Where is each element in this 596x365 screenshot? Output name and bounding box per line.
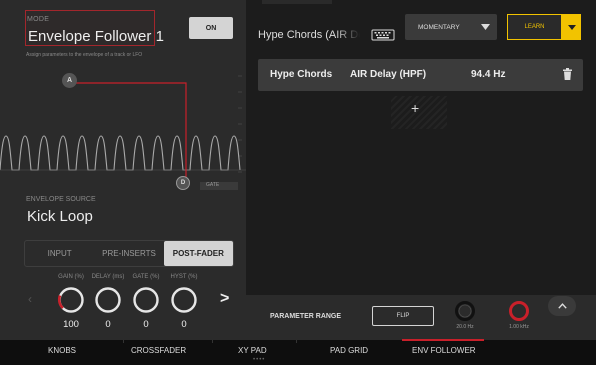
on-button[interactable]: ON [189,17,233,39]
chevron-left-icon[interactable]: ‹ [28,292,32,306]
knob-label-gain: GAIN (%) [58,274,84,280]
range-min-knob[interactable] [454,300,476,322]
envelope-waveform-display[interactable] [0,62,246,190]
flip-button[interactable]: FLIP [372,306,434,326]
trash-icon[interactable] [563,68,572,80]
title-fade [335,26,360,44]
range-max-knob[interactable] [508,300,530,322]
parameter-range-label: PARAMETER RANGE [270,313,342,320]
tab-crossfader[interactable]: CROSSFADER [131,346,186,355]
knob-value-gate: 0 [143,319,149,330]
knob-value-delay: 0 [105,319,111,330]
tab-env-follower[interactable]: ENV FOLLOWER [412,346,476,355]
attack-handle[interactable]: A [62,73,77,88]
gain-knob-arc [57,295,64,310]
gain-knob[interactable] [57,286,85,314]
assign-hint-text: Assign parameters to the envelope of a t… [26,52,143,58]
decay-handle[interactable]: D [176,176,190,190]
knob-value-hyst: 0 [181,319,187,330]
bottom-tab-bar [0,340,596,365]
top-tab-stub [262,0,332,4]
knob-label-hyst: HYST (%) [170,274,198,280]
envelope-source-label: ENVELOPE SOURCE [26,196,96,203]
learn-button[interactable]: LEARN [507,14,562,40]
assignment-value: 94.4 Hz [471,69,506,80]
tab-input[interactable]: INPUT [25,241,94,266]
collapse-button[interactable] [548,296,576,316]
tab-pre-inserts[interactable]: PRE-INSERTS [94,241,163,266]
knob-label-gate: GATE (%) [132,274,160,280]
trigger-mode-value: MOMENTARY [418,23,460,31]
tab-xy-pad[interactable]: XY PAD [238,346,267,355]
tab-divider [212,340,213,343]
keyboard-icon[interactable] [371,28,395,42]
learn-dropdown-button[interactable] [562,14,581,40]
chevron-down-icon [567,24,576,30]
input-stage-tabs: INPUT PRE-INSERTS POST-FADER [24,240,234,267]
chevron-up-icon [557,303,567,309]
add-icon[interactable]: + [411,100,419,116]
chevron-down-icon [481,24,490,30]
delay-knob[interactable] [94,286,122,314]
tab-knobs[interactable]: KNOBS [48,346,76,355]
tab-pad-grid[interactable]: PAD GRID [330,346,368,355]
tab-divider [296,340,297,343]
hyst-knob[interactable] [170,286,198,314]
chevron-right-icon[interactable]: > [220,290,229,308]
tab-post-fader[interactable]: POST-FADER [163,241,233,266]
mode-label: MODE [27,16,50,23]
knob-label-delay: DELAY (ms) [91,274,125,280]
envelope-source-value[interactable]: Kick Loop [27,208,93,225]
page-indicator-dots: •••• [253,357,266,363]
range-max-value: 1.00 kHz [509,324,529,330]
assignment-track: Hype Chords [270,69,333,80]
tab-divider [123,340,124,343]
gate-label: GATE [206,182,220,188]
active-tab-indicator [402,339,484,341]
knob-value-gain: 100 [63,319,79,330]
range-min-value: 20.0 Hz [456,324,474,330]
assignment-panel [246,0,596,340]
mode-value[interactable]: Envelope Follower 1 [28,28,164,45]
waveform-trace [0,135,241,171]
gate-knob[interactable] [132,286,160,314]
assignment-parameter: AIR Delay (HPF) [350,69,427,80]
